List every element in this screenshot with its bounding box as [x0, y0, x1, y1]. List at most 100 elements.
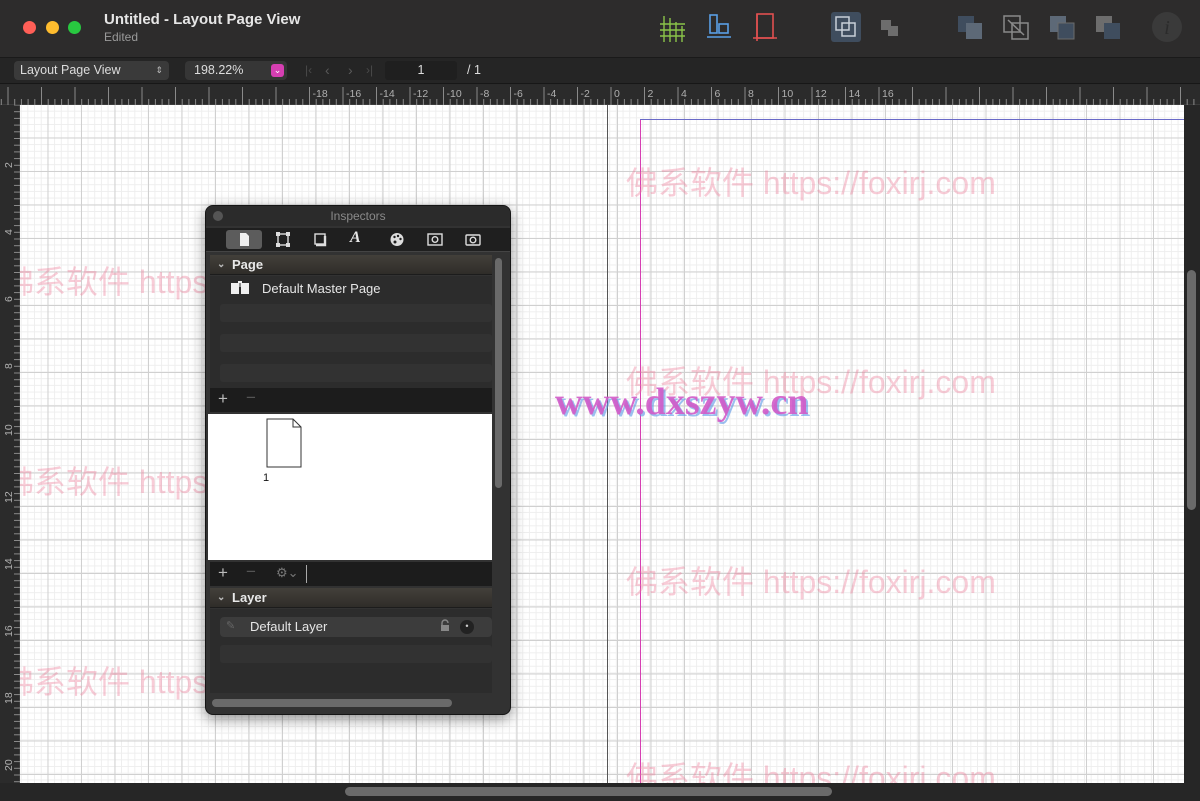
page-number-field[interactable]: 1: [385, 61, 457, 80]
ruler-label: 14: [3, 558, 15, 570]
bring-forward-icon[interactable]: [1000, 10, 1032, 44]
add-master-page-button[interactable]: +: [218, 389, 228, 409]
ruler-label: -14: [379, 88, 395, 100]
page-margins-icon[interactable]: [748, 10, 780, 44]
chevron-updown-icon: ⇕: [155, 65, 163, 75]
layer-list[interactable]: ✎ Default Layer •: [210, 609, 492, 693]
prev-page-icon[interactable]: ‹: [325, 62, 330, 78]
page-section-header[interactable]: ⌄ Page: [210, 255, 492, 275]
disclosure-chevron-icon[interactable]: ⌄: [217, 255, 225, 275]
page-actions-gear-icon[interactable]: ⚙⌄: [276, 565, 299, 581]
vertical-scroll-thumb[interactable]: [1187, 270, 1196, 510]
add-page-button[interactable]: +: [218, 563, 228, 583]
master-page-list[interactable]: Default Master Page: [210, 276, 492, 388]
origin-guide-line: [607, 105, 608, 783]
page-thumbnail[interactable]: [266, 418, 302, 468]
last-page-icon[interactable]: ›|: [366, 63, 373, 77]
horizontal-scroll-thumb[interactable]: [345, 787, 832, 796]
master-page-item[interactable]: Default Master Page: [210, 276, 492, 300]
list-row-empty: [220, 364, 492, 382]
zoom-dropdown-icon[interactable]: ⌄: [271, 64, 284, 77]
ungroup-icon[interactable]: [876, 10, 908, 44]
svg-text:i: i: [1164, 17, 1170, 39]
zoom-value: 198.22%: [194, 63, 244, 77]
ruler-label: 8: [748, 88, 754, 100]
ruler-label: -6: [513, 88, 523, 100]
master-page-controls: + −: [210, 388, 492, 412]
layer-edit-pencil-icon[interactable]: ✎: [226, 619, 235, 632]
page-section-title: Page: [232, 257, 264, 272]
align-icon[interactable]: [702, 10, 734, 44]
ruler-label: 6: [3, 296, 15, 302]
bring-to-front-icon[interactable]: [954, 10, 986, 44]
ruler-label: 20: [3, 759, 15, 771]
window-subtitle: Edited: [104, 30, 139, 44]
close-window-button[interactable]: [23, 21, 36, 34]
inspector-horizontal-scroll-thumb[interactable]: [212, 699, 452, 707]
tab-color-icon[interactable]: [386, 230, 408, 249]
remove-page-button[interactable]: −: [246, 562, 256, 582]
tab-camera-icon[interactable]: [462, 230, 484, 249]
page-thumbnails-area[interactable]: 1: [208, 414, 492, 560]
zoom-field[interactable]: 198.22% ⌄: [185, 61, 287, 80]
grid-icon[interactable]: [656, 10, 688, 44]
master-page-icon: [230, 280, 250, 301]
page-total: / 1: [467, 63, 481, 77]
inspector-tabs: A: [206, 228, 510, 252]
layer-name: Default Layer: [250, 619, 328, 634]
horizontal-scrollbar[interactable]: [0, 783, 1200, 801]
group-icon[interactable]: [830, 10, 862, 44]
ruler-label: -8: [480, 88, 490, 100]
first-page-icon[interactable]: |‹: [305, 63, 312, 77]
tab-image-icon[interactable]: [424, 230, 446, 249]
app-window: Untitled - Layout Page View Edited i Lay…: [0, 0, 1200, 801]
window-title: Untitled - Layout Page View: [104, 11, 301, 28]
layer-row[interactable]: ✎ Default Layer •: [220, 617, 492, 637]
inspectors-panel: Inspectors A ⌄ Page Default Master Page …: [205, 205, 511, 715]
view-mode-popup[interactable]: Layout Page View ⇕: [14, 61, 169, 80]
layer-print-toggle-icon[interactable]: •: [460, 620, 474, 634]
send-to-back-icon[interactable]: [1092, 10, 1124, 44]
drawing-canvas[interactable]: 佛系软件 https://foxirj.com 佛系软件 https://fox…: [20, 105, 1184, 783]
vertical-scrollbar[interactable]: [1184, 105, 1200, 785]
master-page-name: Default Master Page: [262, 281, 381, 296]
disclosure-chevron-icon[interactable]: ⌄: [217, 588, 225, 608]
ruler-label: 14: [848, 88, 861, 100]
layer-section-header[interactable]: ⌄ Layer: [210, 588, 492, 608]
title-bar: Untitled - Layout Page View Edited i: [0, 0, 1200, 58]
view-toolbar: Layout Page View ⇕ 198.22% ⌄ |‹ ‹ › ›| 1…: [0, 58, 1200, 84]
inspector-title: Inspectors: [330, 209, 386, 223]
watermark: 佛系软件 https://foxirj.com: [626, 564, 996, 600]
ruler-label: 6: [714, 88, 721, 100]
next-page-icon[interactable]: ›: [348, 62, 353, 78]
ruler-label: 12: [815, 88, 827, 100]
horizontal-ruler: -18 -16 -14 -12 -10 -8 -6 -4 -2 0 2 4 6 8 10 12 14 16: [0, 85, 1200, 105]
watermark: 佛系软件 https://foxirj.com: [626, 760, 996, 783]
ruler-label: -4: [547, 88, 557, 100]
list-row-empty: [220, 304, 492, 322]
tab-geometry-icon[interactable]: [272, 230, 294, 249]
ruler-label: 4: [681, 88, 687, 100]
view-mode-label: Layout Page View: [20, 63, 121, 77]
ruler-label: 18: [3, 692, 15, 704]
divider: [306, 565, 307, 583]
tab-style-icon[interactable]: [310, 230, 332, 249]
tab-document-icon[interactable]: [226, 230, 262, 249]
page-top-margin-line: [640, 119, 1184, 120]
page-thumbnail-label: 1: [263, 472, 270, 484]
ruler-label: 16: [3, 625, 15, 637]
ruler-label: -16: [346, 88, 362, 100]
tab-text-icon[interactable]: A: [350, 229, 361, 247]
zoom-window-button[interactable]: [68, 21, 81, 34]
ruler-label: -18: [312, 88, 328, 100]
inspector-vertical-scroll-thumb[interactable]: [495, 258, 502, 488]
info-icon[interactable]: i: [1150, 10, 1184, 44]
minimize-window-button[interactable]: [46, 21, 59, 34]
layer-lock-icon[interactable]: [438, 619, 452, 638]
ruler-label: 2: [3, 162, 15, 168]
send-backward-icon[interactable]: [1046, 10, 1078, 44]
ruler-label: 12: [3, 491, 15, 503]
ruler-label: -2: [580, 88, 590, 100]
remove-master-page-button[interactable]: −: [246, 388, 256, 408]
ruler-label: 0: [614, 88, 620, 100]
